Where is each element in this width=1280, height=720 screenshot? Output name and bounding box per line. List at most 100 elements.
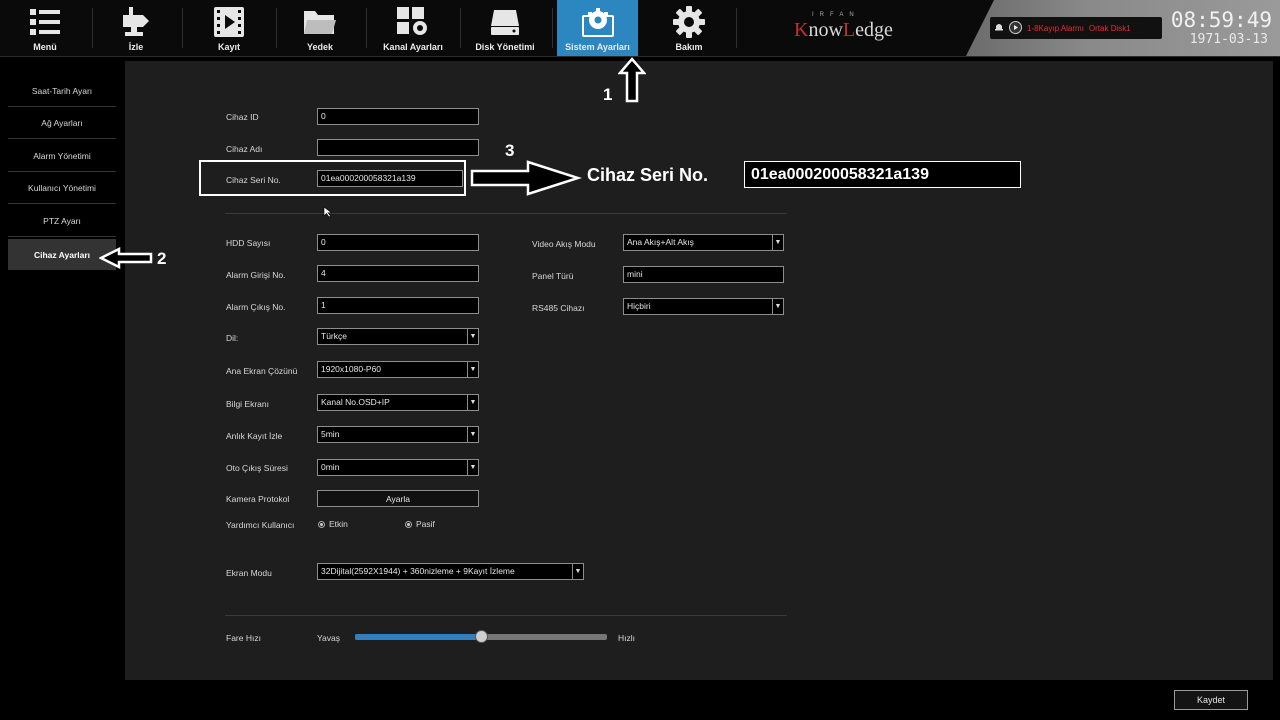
nav-yedek[interactable]: Yedek — [280, 0, 360, 56]
helper-user-enabled-label: Etkin — [329, 519, 348, 529]
device-id-label: Cihaz ID — [226, 112, 259, 122]
mouse-speed-fast-label: Hızlı — [618, 633, 635, 643]
menu-grid-icon — [25, 5, 65, 39]
nav-izle[interactable]: İzle — [96, 0, 176, 56]
brand-logo: IRFAN KnowLedge — [792, 12, 908, 42]
chevron-down-icon[interactable]: ▼ — [467, 460, 478, 475]
mouse-speed-label: Fare Hızı — [226, 633, 261, 643]
chevron-down-icon[interactable]: ▼ — [467, 395, 478, 410]
gear-icon — [669, 5, 709, 39]
alarm-status-bar[interactable]: 1-8Kayıp Alarmı Ortak Disk1 — [990, 17, 1162, 39]
step-number-1: 1 — [603, 85, 613, 104]
divider — [225, 213, 787, 214]
screen-mode-select[interactable]: 32Dijital(2592X1944) + 360nizleme + 9Kay… — [317, 563, 584, 580]
screen-mode-value: 32Dijital(2592X1944) + 360nizleme + 9Kay… — [321, 566, 515, 576]
chevron-down-icon[interactable]: ▼ — [772, 235, 783, 250]
alarm-out-label: Alarm Çıkış No. — [226, 302, 286, 312]
nav-kayit[interactable]: Kayıt — [188, 0, 270, 56]
rs485-label: RS485 Cihazı — [532, 303, 585, 313]
play-circle-icon[interactable] — [1009, 20, 1022, 36]
video-stream-select[interactable]: Ana Akış+Alt Akış ▼ — [623, 234, 784, 251]
info-screen-value: Kanal No.OSD+IP — [321, 397, 390, 407]
save-button[interactable]: Kaydet — [1174, 690, 1248, 710]
step-number-2: 2 — [157, 249, 167, 268]
panel-type-label: Panel Türü — [532, 271, 574, 281]
nav-sistem-ayarlari[interactable]: Sistem Ayarları — [557, 0, 638, 56]
step-number-3: 3 — [505, 141, 515, 160]
sidebar-item-kullanici-yonetimi[interactable]: Kullanıcı Yönetimi — [8, 172, 116, 204]
panel-type-field[interactable]: mini — [623, 266, 784, 283]
alarm-disk-text: Ortak Disk1 — [1088, 23, 1131, 33]
logo-small-text: IRFAN — [812, 12, 860, 18]
top-navigation-bar: Menü İzle Kayıt Yedek Kanal Ayarları Dis… — [0, 0, 1280, 57]
alarm-in-field[interactable]: 4 — [317, 265, 479, 282]
slider-fill — [355, 634, 481, 640]
clock-date: 1971-03-13 — [1189, 32, 1268, 47]
language-value: Türkçe — [321, 331, 347, 341]
hdd-count-field[interactable]: 0 — [317, 234, 479, 251]
clock-time: 08:59:49 — [1170, 8, 1272, 32]
chevron-down-icon[interactable]: ▼ — [772, 299, 783, 314]
language-label: Dil: — [226, 333, 239, 343]
camera-protocol-button[interactable]: Ayarla — [317, 490, 479, 507]
nav-sistem-ayarlari-label: Sistem Ayarları — [565, 42, 630, 52]
slider-knob[interactable] — [475, 630, 488, 643]
sidebar-item-saat-tarih[interactable]: Saat-Tarih Ayarı — [8, 75, 116, 107]
alarm-in-label: Alarm Girişi No. — [226, 270, 286, 280]
nav-menu-label: Menü — [33, 42, 57, 52]
nav-kanal-ayarlari-label: Kanal Ayarları — [383, 42, 443, 52]
logo-brand-text: KnowLedge — [794, 19, 893, 41]
divider — [225, 615, 787, 616]
screen-mode-label: Ekran Modu — [226, 568, 272, 578]
nav-menu[interactable]: Menü — [6, 0, 84, 56]
sidebar-item-ptz-ayari[interactable]: PTZ Ayarı — [8, 205, 116, 237]
info-screen-label: Bilgi Ekranı — [226, 399, 269, 409]
alarm-out-field[interactable]: 1 — [317, 297, 479, 314]
helper-user-passive-label: Pasif — [416, 519, 435, 529]
sidebar-item-ag-ayarlari[interactable]: Ağ Ayarları — [8, 107, 116, 139]
nav-bakim[interactable]: Bakım — [648, 0, 730, 56]
chevron-down-icon[interactable]: ▼ — [467, 427, 478, 442]
device-name-label: Cihaz Adı — [226, 144, 263, 154]
helper-user-label: Yardımcı Kullanıcı — [226, 520, 295, 530]
device-name-field[interactable] — [317, 139, 479, 156]
chevron-down-icon[interactable]: ▼ — [572, 564, 583, 579]
chevron-down-icon[interactable]: ▼ — [467, 362, 478, 377]
nav-izle-label: İzle — [128, 42, 144, 52]
video-stream-label: Video Akış Modu — [532, 239, 596, 249]
arrow-left-icon — [99, 247, 153, 269]
nav-kayit-label: Kayıt — [217, 42, 240, 52]
mouse-speed-slow-label: Yavaş — [317, 633, 340, 643]
helper-user-passive-radio[interactable]: Pasif — [405, 519, 435, 529]
nav-disk-yonetimi[interactable]: Disk Yönetimi — [464, 0, 546, 56]
auto-exit-select[interactable]: 0min ▼ — [317, 459, 479, 476]
radio-icon — [405, 520, 412, 528]
nav-disk-yonetimi-label: Disk Yönetimi — [475, 42, 535, 52]
camera-protocol-label: Kamera Protokol — [226, 494, 290, 504]
video-stream-value: Ana Akış+Alt Akış — [627, 237, 694, 247]
radio-icon — [318, 520, 325, 528]
resolution-select[interactable]: 1920x1080-P60 ▼ — [317, 361, 479, 378]
nav-kanal-ayarlari[interactable]: Kanal Ayarları — [372, 0, 454, 56]
instant-record-select[interactable]: 5min ▼ — [317, 426, 479, 443]
callout-serial-label: Cihaz Seri No. — [587, 165, 709, 185]
film-icon — [209, 5, 249, 39]
folder-icon — [300, 5, 340, 39]
mouse-speed-slider[interactable] — [355, 630, 607, 643]
rs485-select[interactable]: Hiçbiri ▼ — [623, 298, 784, 315]
nav-yedek-label: Yedek — [306, 42, 334, 52]
helper-user-enabled-radio[interactable]: Etkin — [318, 519, 348, 529]
sidebar-item-alarm-yonetimi[interactable]: Alarm Yönetimi — [8, 140, 116, 172]
arrow-right-icon — [470, 160, 582, 196]
callout-serial-value: 01ea000200058321a139 — [744, 161, 1021, 188]
resolution-value: 1920x1080-P60 — [321, 364, 382, 374]
info-screen-select[interactable]: Kanal No.OSD+IP ▼ — [317, 394, 479, 411]
language-select[interactable]: Türkçe ▼ — [317, 328, 479, 345]
arrow-up-icon — [618, 57, 646, 103]
device-id-field[interactable]: 0 — [317, 108, 479, 125]
system-settings-icon — [578, 5, 618, 39]
chevron-down-icon[interactable]: ▼ — [467, 329, 478, 344]
nav-bakim-label: Bakım — [675, 42, 703, 52]
instant-record-value: 5min — [321, 429, 340, 439]
instant-record-label: Anlık Kayıt İzle — [226, 431, 283, 441]
